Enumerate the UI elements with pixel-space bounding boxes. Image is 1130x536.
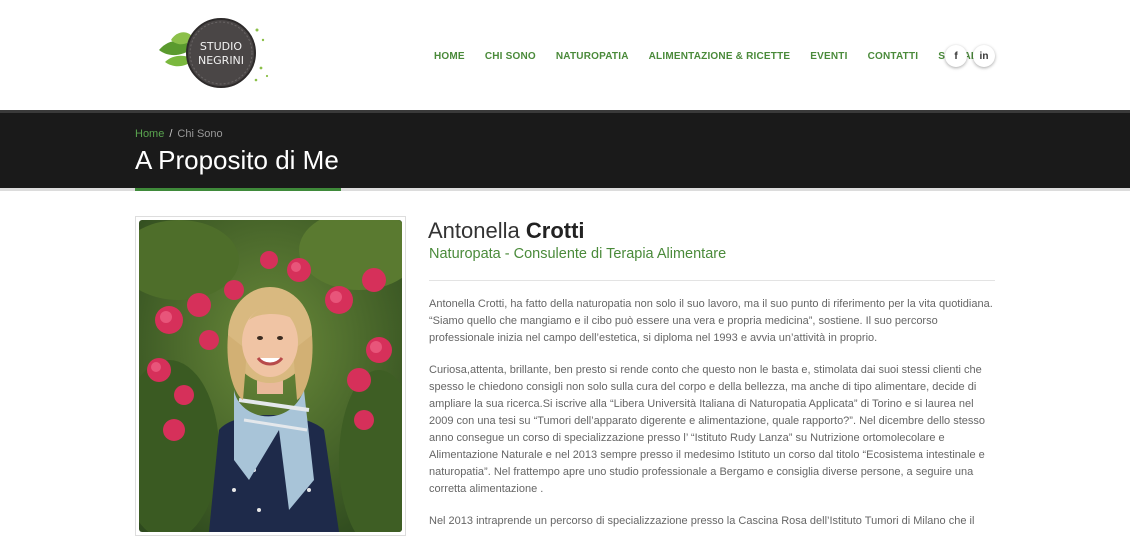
profile-photo <box>139 220 402 532</box>
profile-last-name: Crotti <box>525 218 585 243</box>
profile-name: Antonella Crotti <box>428 218 585 244</box>
svg-text:NEGRINI: NEGRINI <box>198 54 244 67</box>
bio-paragraph-1: Antonella Crotti, ha fatto della naturop… <box>429 298 993 344</box>
social-buttons: f in <box>945 45 995 67</box>
profile-first-name: Antonella <box>428 218 520 243</box>
breadcrumb-current: Chi Sono <box>177 128 223 140</box>
profile-role: Naturopata - Consulente di Terapia Alime… <box>429 246 727 262</box>
site-header: STUDIO NEGRINI HOME CHI SONO NATUROPATIA… <box>0 0 1130 110</box>
breadcrumb-separator: / <box>169 128 173 140</box>
main-nav: HOME CHI SONO NATUROPATIA ALIMENTAZIONE … <box>424 50 987 64</box>
nav-chi-sono[interactable]: CHI SONO <box>475 50 546 64</box>
breadcrumb-home[interactable]: Home <box>135 128 164 140</box>
facebook-icon[interactable]: f <box>945 45 967 67</box>
nav-home[interactable]: HOME <box>424 50 475 64</box>
page-title: A Proposito di Me <box>135 145 339 175</box>
linkedin-icon[interactable]: in <box>973 45 995 67</box>
divider <box>429 280 995 281</box>
nav-eventi[interactable]: EVENTI <box>800 50 857 64</box>
title-underline <box>0 188 1130 191</box>
svg-text:STUDIO: STUDIO <box>200 40 242 53</box>
studio-negrini-logo[interactable]: STUDIO NEGRINI <box>157 16 275 88</box>
nav-alimentazione-ricette[interactable]: ALIMENTAZIONE & RICETTE <box>639 50 801 64</box>
profile-photo-frame <box>135 216 406 536</box>
bio-paragraph-2: Curiosa,attenta, brillante, ben presto s… <box>429 364 986 495</box>
nav-contatti[interactable]: CONTATTI <box>858 50 929 64</box>
bio-paragraph-3: Nel 2013 intraprende un percorso di spec… <box>429 515 975 527</box>
breadcrumb: Home / Chi Sono <box>135 128 223 140</box>
nav-naturopatia[interactable]: NATUROPATIA <box>546 50 639 64</box>
title-underline-accent <box>135 188 341 191</box>
